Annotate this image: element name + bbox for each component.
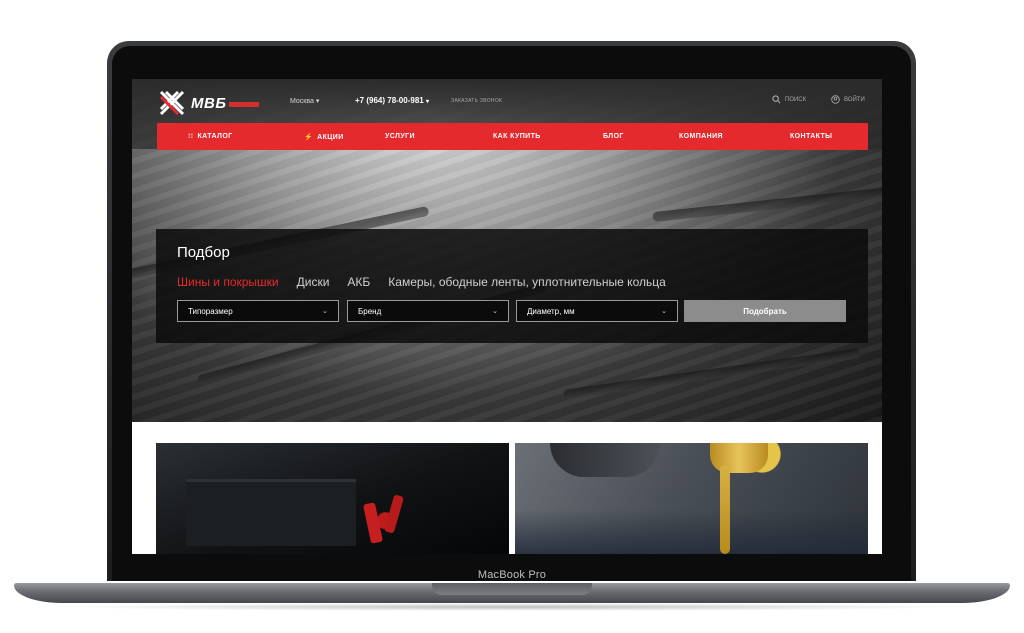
- nav-item-company[interactable]: КОМПАНИЯ: [679, 133, 723, 140]
- nav-item-catalog[interactable]: ⁞⁞ КАТАЛОГ: [188, 133, 233, 140]
- user-icon: [831, 95, 840, 104]
- laptop-screen: МВБ Москва ▾ +7 (964) 78-00-981 ▾ ЗАКАЗА…: [132, 79, 882, 554]
- nav-item-label: КАТАЛОГ: [197, 133, 233, 140]
- phone-label: +7 (964) 78-00-981: [355, 96, 424, 105]
- main-nav: ⁞⁞ КАТАЛОГ ⚡ АКЦИИ УСЛУГИ КАК КУПИТЬ БЛО…: [157, 123, 868, 150]
- nav-item-how-to-buy[interactable]: КАК КУПИТЬ: [493, 133, 541, 140]
- nav-item-contacts[interactable]: КОНТАКТЫ: [790, 133, 832, 140]
- nav-item-label: УСЛУГИ: [385, 133, 415, 140]
- battery-card-image[interactable]: [156, 443, 509, 554]
- tab-batteries[interactable]: АКБ: [347, 275, 370, 289]
- chevron-down-icon: ⌄: [492, 308, 498, 315]
- brand-select[interactable]: Бренд ⌄: [347, 300, 509, 322]
- red-clamp: [362, 502, 384, 544]
- chevron-down-icon: ⌄: [322, 308, 328, 315]
- city-label: Москва: [290, 98, 314, 105]
- selector-title: Подбор: [177, 244, 230, 261]
- nav-item-label: КОНТАКТЫ: [790, 133, 833, 140]
- logo[interactable]: МВБ: [157, 88, 260, 118]
- nav-item-label: КАК КУПИТЬ: [493, 133, 541, 140]
- tab-tires[interactable]: Шины и покрышки: [177, 275, 279, 289]
- brand-select-label: Бренд: [358, 306, 382, 316]
- glove-shape: [550, 443, 660, 477]
- login-button[interactable]: ВОЙТИ: [831, 95, 865, 104]
- oil-card-image[interactable]: [515, 443, 868, 554]
- chevron-down-icon: ▾: [425, 99, 429, 105]
- battery-shape: [186, 479, 356, 546]
- nav-item-label: БЛОГ: [603, 133, 624, 140]
- tab-tubes[interactable]: Камеры, ободные ленты, уплотнительные ко…: [388, 275, 665, 289]
- oil-bottle-shape: [710, 443, 768, 473]
- nav-item-sales[interactable]: ⚡ АКЦИИ: [304, 133, 344, 142]
- diameter-select-label: Диаметр, мм: [527, 306, 575, 316]
- selector-panel: Подбор Шины и покрышки Диски АКБ Камеры,…: [156, 229, 868, 343]
- search-button[interactable]: ПОИСК: [772, 95, 806, 104]
- device-label: MacBook Pro: [477, 569, 547, 581]
- red-clamp: [383, 494, 405, 534]
- nav-item-label: АКЦИИ: [317, 133, 344, 141]
- size-select-label: Типоразмер: [188, 306, 233, 316]
- pick-button[interactable]: Подобрать: [684, 300, 846, 322]
- size-select[interactable]: Типоразмер ⌄: [177, 300, 339, 322]
- logo-text: МВБ: [191, 94, 227, 112]
- nav-item-blog[interactable]: БЛОГ: [603, 133, 624, 140]
- search-label: ПОИСК: [785, 96, 807, 103]
- phone-number[interactable]: +7 (964) 78-00-981 ▾: [355, 96, 429, 105]
- callback-link[interactable]: ЗАКАЗАТЬ ЗВОНОК: [451, 98, 502, 104]
- tab-wheels[interactable]: Диски: [297, 275, 330, 289]
- diameter-select[interactable]: Диаметр, мм ⌄: [516, 300, 678, 322]
- chevron-down-icon: ⌄: [661, 308, 667, 315]
- city-selector[interactable]: Москва ▾: [290, 97, 319, 105]
- laptop-notch: [432, 583, 592, 595]
- login-label: ВОЙТИ: [844, 96, 865, 103]
- lightning-icon: ⚡: [304, 134, 314, 141]
- search-icon: [772, 95, 781, 104]
- nav-item-services[interactable]: УСЛУГИ: [385, 133, 415, 140]
- chevron-down-icon: ▾: [315, 98, 320, 105]
- logo-mark-icon: [159, 90, 185, 116]
- oil-stream-shape: [720, 465, 730, 554]
- selector-tabs: Шины и покрышки Диски АКБ Камеры, ободны…: [177, 275, 666, 289]
- tread-groove: [652, 185, 882, 223]
- logo-accent: [229, 102, 260, 107]
- laptop-shadow: [60, 603, 964, 611]
- nav-item-label: КОМПАНИЯ: [679, 133, 723, 140]
- grid-icon: ⁞⁞: [188, 133, 194, 140]
- tread-groove: [562, 348, 862, 400]
